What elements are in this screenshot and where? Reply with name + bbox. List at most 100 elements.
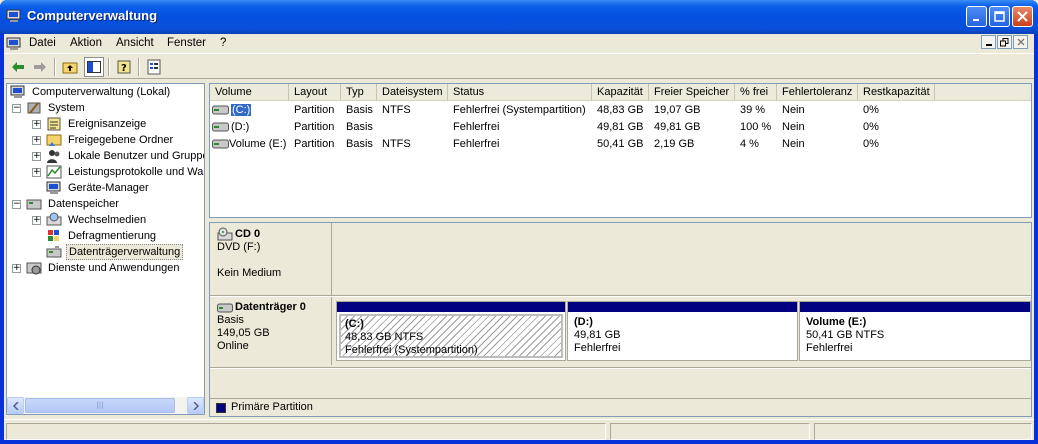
menu-datei[interactable]: Datei — [29, 37, 56, 49]
partition-e[interactable]: Volume (E:) 50,41 GB NTFS Fehlerfrei — [799, 301, 1031, 361]
cell-freier-speicher: 19,07 GB — [654, 104, 701, 116]
storage-icon — [26, 199, 42, 210]
volume-list: Volume Layout Typ Dateisystem Status Kap… — [209, 83, 1032, 218]
expand-toggle[interactable]: + — [32, 168, 41, 177]
expand-toggle[interactable]: + — [32, 152, 41, 161]
cell-prozent-frei: 100 % — [740, 121, 772, 133]
document-window-icon[interactable] — [6, 36, 22, 52]
expand-toggle[interactable]: + — [32, 136, 41, 145]
status-pane — [814, 423, 1032, 440]
disk-label-cd0[interactable]: CD 0 DVD (F:) Kein Medium — [210, 223, 332, 295]
folder-up-icon — [62, 62, 78, 74]
cell-prozent-frei: 4 % — [740, 138, 759, 150]
users-icon — [47, 150, 60, 163]
computer-management-icon — [6, 9, 21, 22]
menu-bar: Datei Aktion Ansicht Fenster ? — [4, 34, 1034, 54]
services-icon — [26, 262, 42, 275]
cell-kapazitaet: 50,41 GB — [597, 138, 644, 150]
tree-item-label: Geräte-Manager — [68, 182, 149, 194]
tree-item-label: System — [48, 102, 85, 114]
column-header-fehlertoleranz[interactable]: Fehlertoleranz — [777, 84, 858, 101]
menu-ansicht[interactable]: Ansicht — [116, 37, 154, 49]
maximize-button[interactable] — [989, 6, 1010, 27]
column-header-volume[interactable]: Volume — [210, 84, 289, 101]
console-tree: Computerverwaltung (Lokal) − System + Er… — [6, 83, 205, 415]
column-header-kapazitaet[interactable]: Kapazität — [592, 84, 649, 101]
cell-status: Fehlerfrei (Systempartition) — [453, 104, 586, 116]
cell-dateisystem — [377, 119, 448, 136]
forward-arrow-icon — [34, 62, 46, 72]
partition-name: Volume (E:) — [806, 316, 867, 328]
cd-empty-area — [333, 223, 1031, 295]
table-row[interactable]: (C:) Partition Basis NTFS Fehlerfrei (Sy… — [210, 102, 1031, 119]
partition-d[interactable]: (D:) 49,81 GB Fehlerfrei — [567, 301, 798, 361]
svg-text:?: ? — [121, 63, 127, 74]
expand-toggle[interactable]: + — [32, 216, 41, 225]
tree-item-label: Freigegebene Ordner — [68, 134, 174, 146]
tree-horizontal-scrollbar[interactable]: ||| — [7, 397, 204, 414]
disk-separator — [210, 295, 1031, 297]
properties-button[interactable] — [144, 57, 164, 77]
partition-c[interactable]: (C:) 48,83 GB NTFS Fehlerfrei (Systempar… — [336, 301, 566, 361]
event-viewer-icon — [47, 117, 61, 131]
cell-typ: Basis — [346, 138, 373, 150]
tree-item-label: Defragmentierung — [68, 230, 157, 242]
expand-toggle[interactable]: + — [32, 120, 41, 129]
removable-media-icon — [46, 212, 62, 226]
status-pane — [610, 423, 810, 440]
disk-size: 149,05 GB — [217, 327, 270, 339]
hard-disk-icon — [217, 303, 233, 312]
legend-label: Primäre Partition — [231, 401, 313, 413]
cell-status: Fehlerfrei — [453, 138, 500, 150]
cell-fehlertoleranz: Nein — [782, 104, 805, 116]
scroll-thumb[interactable]: ||| — [25, 398, 175, 413]
cell-layout: Partition — [294, 121, 335, 133]
table-row[interactable]: (D:) Partition Basis Fehlerfrei 49,81 GB… — [210, 119, 1031, 136]
main-window: Computerverwaltung Datei Aktion Ansicht … — [0, 0, 1038, 444]
title-bar[interactable]: Computerverwaltung — [0, 0, 1038, 34]
scroll-right-button[interactable] — [187, 397, 204, 414]
column-header-status[interactable]: Status — [448, 84, 592, 101]
cell-typ: Basis — [346, 121, 373, 133]
collapse-toggle[interactable]: − — [12, 200, 21, 209]
menu-fenster[interactable]: Fenster — [167, 37, 206, 49]
disk-status: Online — [217, 340, 249, 352]
cell-fehlertoleranz: Nein — [782, 121, 805, 133]
close-button[interactable] — [1012, 6, 1033, 27]
partition-status: Fehlerfrei (Systempartition) — [345, 344, 478, 356]
help-button[interactable]: ? — [114, 57, 134, 77]
back-button[interactable] — [8, 57, 28, 77]
mdi-restore-button[interactable] — [997, 35, 1012, 49]
column-header-restkapazitaet[interactable]: Restkapazität — [858, 84, 935, 101]
menu-help[interactable]: ? — [220, 37, 226, 49]
partition-size: 48,83 GB NTFS — [345, 331, 424, 343]
table-row[interactable]: Volume (E:) Partition Basis NTFS Fehlerf… — [210, 136, 1031, 153]
column-header-typ[interactable]: Typ — [341, 84, 377, 101]
show-hide-tree-button[interactable] — [84, 57, 104, 77]
help-icon: ? — [117, 60, 131, 74]
column-header-freier-speicher[interactable]: Freier Speicher — [649, 84, 735, 101]
cell-volume: Volume (E:) — [229, 138, 287, 150]
cell-restkapazitaet: 0% — [863, 138, 879, 150]
properties-icon — [147, 59, 161, 75]
disk-label-disk0[interactable]: Datenträger 0 Basis 149,05 GB Online — [210, 297, 332, 365]
partition-size: 50,41 GB NTFS — [806, 329, 885, 341]
expand-toggle[interactable]: + — [12, 264, 21, 273]
console-tree-icon — [87, 61, 101, 73]
close-icon — [1017, 38, 1024, 46]
cell-layout: Partition — [294, 138, 335, 150]
mdi-minimize-button[interactable] — [981, 35, 996, 49]
minimize-button[interactable] — [966, 6, 987, 27]
column-header-dateisystem[interactable]: Dateisystem — [377, 84, 448, 101]
maximize-icon — [994, 11, 1005, 22]
column-header-prozent-frei[interactable]: % frei — [735, 84, 777, 101]
collapse-toggle[interactable]: − — [12, 104, 21, 113]
toolbar-separator — [108, 58, 110, 76]
up-one-level-button[interactable] — [60, 57, 80, 77]
scroll-left-button[interactable] — [7, 397, 24, 414]
column-header-layout[interactable]: Layout — [289, 84, 341, 101]
forward-button[interactable] — [30, 57, 50, 77]
mdi-close-button[interactable] — [1013, 35, 1028, 49]
menu-aktion[interactable]: Aktion — [70, 37, 102, 49]
cell-fehlertoleranz: Nein — [782, 138, 805, 150]
